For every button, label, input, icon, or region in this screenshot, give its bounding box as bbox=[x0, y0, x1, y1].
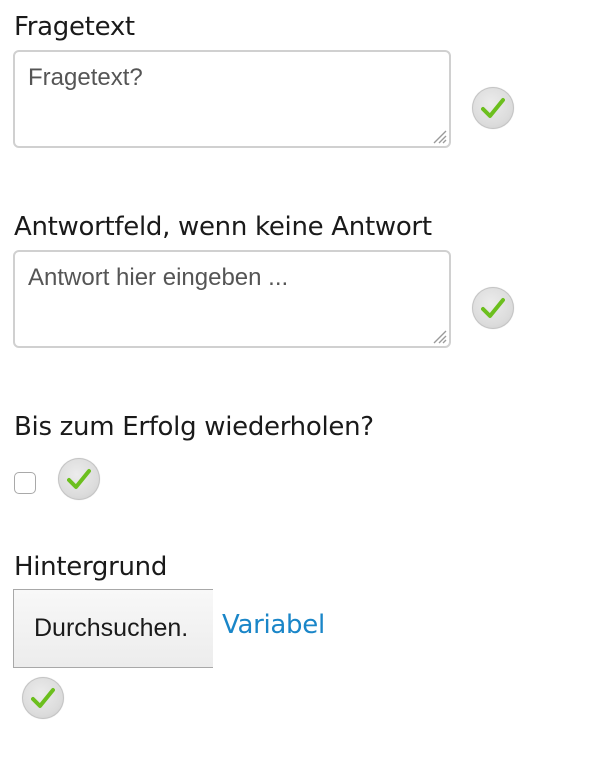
background-confirm-button[interactable] bbox=[22, 677, 64, 719]
question-placeholder: Fragetext? bbox=[28, 64, 143, 91]
question-label: Fragetext bbox=[14, 12, 135, 42]
repeat-label: Bis zum Erfolg wiederholen? bbox=[14, 412, 374, 442]
repeat-checkbox[interactable] bbox=[14, 472, 36, 494]
no-answer-label: Antwortfeld, wenn keine Antwort bbox=[14, 212, 432, 242]
question-textarea[interactable]: Fragetext? bbox=[13, 50, 451, 148]
no-answer-textarea[interactable]: Antwort hier eingeben ... bbox=[13, 250, 451, 348]
checkmark-icon bbox=[31, 688, 55, 708]
no-answer-placeholder: Antwort hier eingeben ... bbox=[28, 264, 289, 291]
question-confirm-button[interactable] bbox=[472, 87, 514, 129]
background-label: Hintergrund bbox=[14, 552, 168, 582]
checkmark-icon bbox=[481, 298, 505, 318]
repeat-confirm-button[interactable] bbox=[58, 458, 100, 500]
resize-grip-icon[interactable] bbox=[431, 328, 447, 344]
browse-file-button[interactable]: Durchsuchen. bbox=[13, 589, 213, 668]
variable-link[interactable]: Variabel bbox=[222, 610, 325, 640]
no-answer-confirm-button[interactable] bbox=[472, 287, 514, 329]
checkmark-icon bbox=[481, 98, 505, 118]
resize-grip-icon[interactable] bbox=[431, 128, 447, 144]
checkmark-icon bbox=[67, 469, 91, 489]
browse-file-label: Durchsuchen. bbox=[34, 614, 189, 642]
